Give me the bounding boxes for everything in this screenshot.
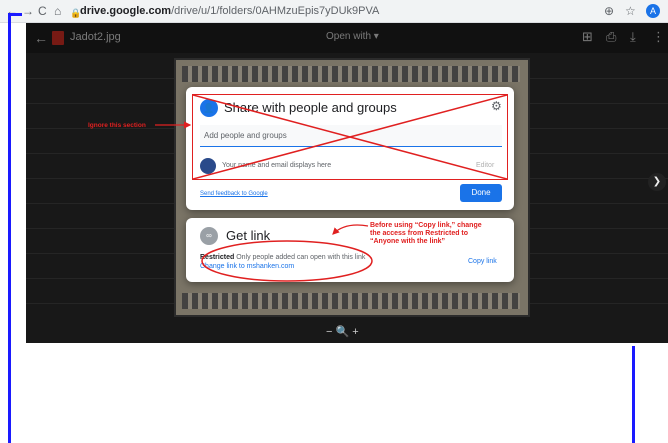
frame-line [632, 346, 635, 443]
zoom-controls[interactable]: − 🔍 + [326, 325, 366, 339]
link-access-status: Restricted Only people added can open wi… [200, 254, 365, 261]
browser-toolbar: ← → C ⌂ 🔒 drive.google.com/drive/u/1/fol… [0, 0, 668, 23]
next-file-icon[interactable]: ❯ [648, 173, 666, 191]
share-dialog: 👤 Share with people and groups ⚙ Add peo… [186, 87, 514, 210]
copy-link-button[interactable]: Copy link [468, 258, 497, 265]
link-icon: ∞ [200, 227, 218, 245]
profile-avatar[interactable]: A [646, 4, 660, 18]
forward-arrow-icon[interactable]: → [22, 3, 34, 19]
restricted-description: Only people added can open with this lin… [236, 254, 366, 261]
address-bar[interactable]: drive.google.com/drive/u/1/folders/0AHMz… [80, 3, 379, 19]
annotation-line: Before using “Copy link,” change [370, 222, 482, 229]
frame-line [8, 13, 11, 443]
add-icon[interactable]: ⊕ [604, 3, 614, 19]
annotation-line: “Anyone with the link” [370, 238, 446, 245]
url-path: /drive/u/1/folders/0AHMzuEpis7yDUk9PVA [171, 5, 380, 17]
star-icon[interactable]: ☆ [625, 3, 636, 19]
get-link-title: Get link [226, 228, 271, 243]
send-feedback-link[interactable]: Send feedback to Google [200, 191, 268, 197]
restricted-label: Restricted [200, 254, 235, 261]
annotation-line: the access from Restricted to [370, 230, 469, 237]
home-icon[interactable]: ⌂ [54, 3, 61, 19]
ignore-annotation: Ignore this section [88, 122, 146, 129]
change-link-button[interactable]: Change link to mshanken.com [200, 263, 294, 270]
reload-icon[interactable]: C [38, 3, 47, 19]
url-host: drive.google.com [80, 5, 172, 17]
ignore-section-box [192, 94, 508, 180]
before-using-annotation: Before using “Copy link,” change the acc… [370, 222, 482, 246]
done-button[interactable]: Done [460, 184, 502, 202]
cross-out-mark [193, 95, 507, 179]
